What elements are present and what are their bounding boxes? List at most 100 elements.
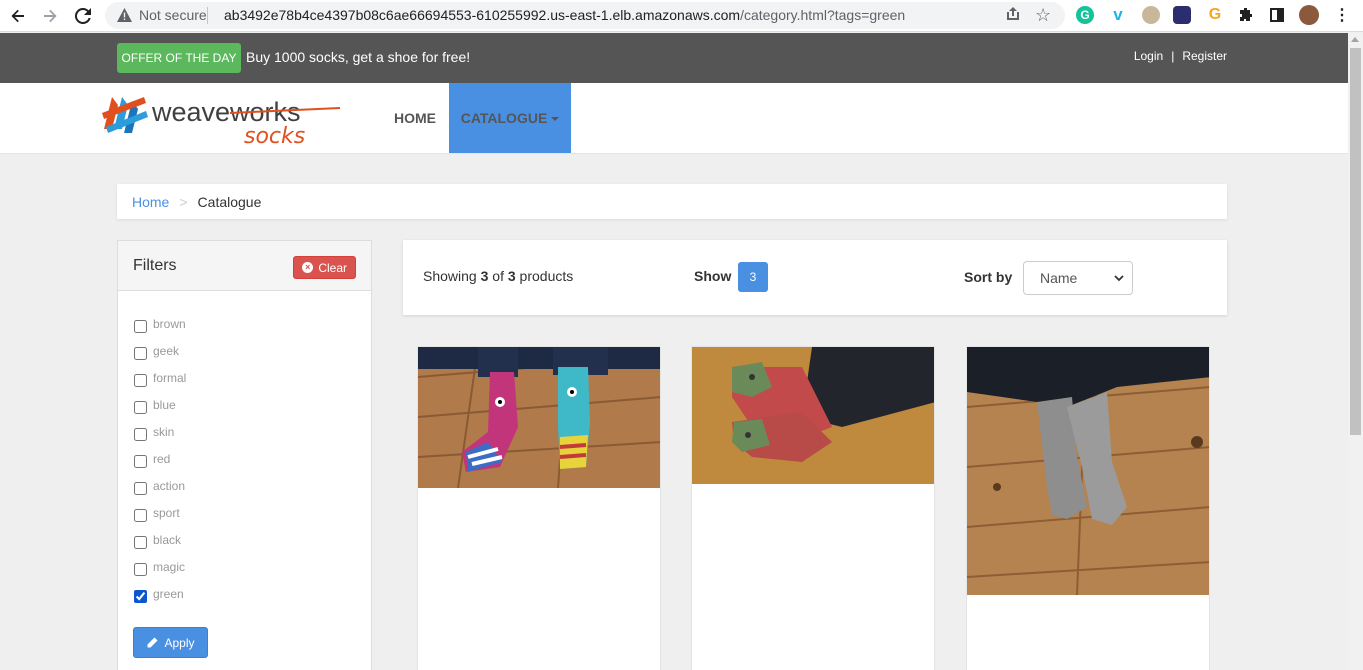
bookmark-star-icon[interactable]: ☆ — [1035, 5, 1051, 26]
breadcrumb-current: Catalogue — [197, 193, 262, 210]
filter-label: black — [153, 533, 182, 547]
orange-g-extension-icon[interactable]: G — [1206, 6, 1224, 24]
filter-checkbox[interactable] — [134, 590, 147, 603]
filter-item[interactable]: skin — [133, 425, 186, 452]
main-navbar: weave works socks HOME CATALOGUE — [0, 83, 1348, 154]
url-host: ab3492e78b4ce4397b08c6ae66694553-6102559… — [224, 7, 741, 23]
filter-checkbox[interactable] — [134, 536, 147, 549]
login-link[interactable]: Login — [1134, 49, 1163, 63]
showing-prefix: Showing — [423, 268, 481, 284]
grammarly-extension-icon[interactable]: G — [1076, 6, 1094, 24]
filter-list: brown geek formal blue skin red action sport bla… — [133, 317, 186, 614]
showing-suffix: products — [515, 268, 574, 284]
nav-catalogue[interactable]: CATALOGUE — [449, 83, 571, 153]
show-count-button[interactable]: 3 — [738, 262, 768, 292]
not-secure-label[interactable]: Not secure — [139, 7, 207, 23]
showing-total: 3 — [507, 268, 516, 284]
product-image-grey-socks[interactable] — [967, 347, 1210, 595]
forward-icon[interactable] — [38, 4, 62, 28]
caret-down-icon — [551, 117, 560, 121]
show-label: Show — [694, 268, 732, 284]
scroll-up-arrow-icon[interactable] — [1351, 37, 1359, 42]
product-card[interactable] — [417, 346, 661, 670]
filter-label: magic — [153, 560, 186, 574]
offer-of-the-day-badge[interactable]: OFFER OF THE DAY — [117, 43, 241, 73]
product-card[interactable] — [966, 346, 1210, 670]
filter-label: action — [153, 479, 186, 493]
filters-panel: Filters × Clear brown geek formal blue skin r… — [117, 240, 372, 670]
filter-item[interactable]: formal — [133, 371, 186, 398]
filter-checkbox[interactable] — [134, 347, 147, 360]
showing-of: of — [488, 268, 508, 284]
page-scrollbar[interactable] — [1348, 33, 1363, 670]
offer-text: Buy 1000 socks, get a shoe for free! — [246, 49, 471, 65]
filter-label: red — [153, 452, 171, 466]
apply-label: Apply — [164, 635, 195, 650]
address-bar[interactable]: Not secure ab3492e78b4ce4397b08c6ae66694… — [105, 2, 1065, 29]
filter-checkbox[interactable] — [134, 455, 147, 468]
pencil-icon — [147, 637, 158, 647]
warning-icon — [117, 8, 132, 27]
products-header: Showing 3 of 3 products Show 3 Sort by N… — [403, 240, 1227, 315]
account-links: Login | Register — [1134, 49, 1227, 63]
colorful-extension-icon[interactable] — [1173, 6, 1191, 24]
filters-title: Filters — [133, 257, 177, 274]
filter-label: skin — [153, 425, 175, 439]
share-icon[interactable] — [1005, 6, 1021, 27]
filter-checkbox[interactable] — [134, 320, 147, 333]
link-separator: | — [1171, 49, 1175, 63]
clear-filters-button[interactable]: × Clear — [293, 256, 356, 279]
filter-item[interactable]: brown — [133, 317, 186, 344]
register-link[interactable]: Register — [1182, 49, 1227, 63]
filter-checkbox[interactable] — [134, 374, 147, 387]
clear-label: Clear — [318, 260, 347, 275]
filter-item[interactable]: black — [133, 533, 186, 560]
scrollbar-thumb[interactable] — [1350, 48, 1361, 435]
apply-filters-button[interactable]: Apply — [133, 627, 208, 658]
chevron-down-icon — [1114, 275, 1124, 282]
url-text[interactable]: ab3492e78b4ce4397b08c6ae66694553-6102559… — [224, 7, 905, 23]
sort-selected-value: Name — [1040, 270, 1078, 286]
filter-item[interactable]: action — [133, 479, 186, 506]
vimeo-extension-icon[interactable]: v — [1109, 5, 1127, 24]
filter-checkbox[interactable] — [134, 428, 147, 441]
nav-home[interactable]: HOME — [380, 83, 450, 153]
logo-word-socks: socks — [244, 124, 305, 145]
filter-checkbox[interactable] — [134, 563, 147, 576]
logo-word-weave: weave — [151, 97, 230, 127]
breadcrumb-home-link[interactable]: Home — [132, 194, 169, 210]
filter-label: geek — [153, 344, 180, 358]
filter-item[interactable]: sport — [133, 506, 186, 533]
puzzle-extensions-icon[interactable] — [1237, 6, 1255, 24]
breadcrumb-separator: > — [179, 193, 188, 210]
weaveworks-socks-logo[interactable]: weave works socks — [102, 93, 342, 149]
avatar-extension-icon[interactable] — [1142, 6, 1160, 24]
filter-checkbox[interactable] — [134, 509, 147, 522]
filter-item[interactable]: green — [133, 587, 186, 614]
omnibox-divider — [207, 7, 208, 24]
profile-avatar[interactable] — [1299, 5, 1319, 25]
offer-topbar: OFFER OF THE DAY Buy 1000 socks, get a s… — [0, 33, 1348, 83]
filter-item[interactable]: geek — [133, 344, 186, 371]
filter-label: sport — [153, 506, 180, 520]
back-icon[interactable] — [6, 4, 30, 28]
filter-item[interactable]: magic — [133, 560, 186, 587]
product-image-colorful-socks[interactable] — [418, 347, 661, 488]
filter-label: blue — [153, 398, 176, 412]
nav-catalogue-label: CATALOGUE — [460, 110, 548, 126]
filter-checkbox[interactable] — [134, 401, 147, 414]
filter-item[interactable]: red — [133, 452, 186, 479]
product-card[interactable] — [691, 346, 935, 670]
side-panel-icon[interactable] — [1268, 6, 1286, 24]
filter-label: brown — [153, 317, 186, 331]
filter-item[interactable]: blue — [133, 398, 186, 425]
filter-checkbox[interactable] — [134, 482, 147, 495]
browser-menu-icon[interactable]: ⋮ — [1333, 6, 1351, 24]
product-image-crossed-legs-socks[interactable] — [692, 347, 935, 484]
reload-icon[interactable] — [71, 4, 95, 28]
url-path: /category.html?tags=green — [740, 7, 906, 23]
sort-by-select[interactable]: Name — [1023, 261, 1133, 295]
filter-label: green — [153, 587, 184, 601]
sort-by-label: Sort by — [964, 269, 1013, 285]
times-circle-icon: × — [302, 262, 314, 273]
